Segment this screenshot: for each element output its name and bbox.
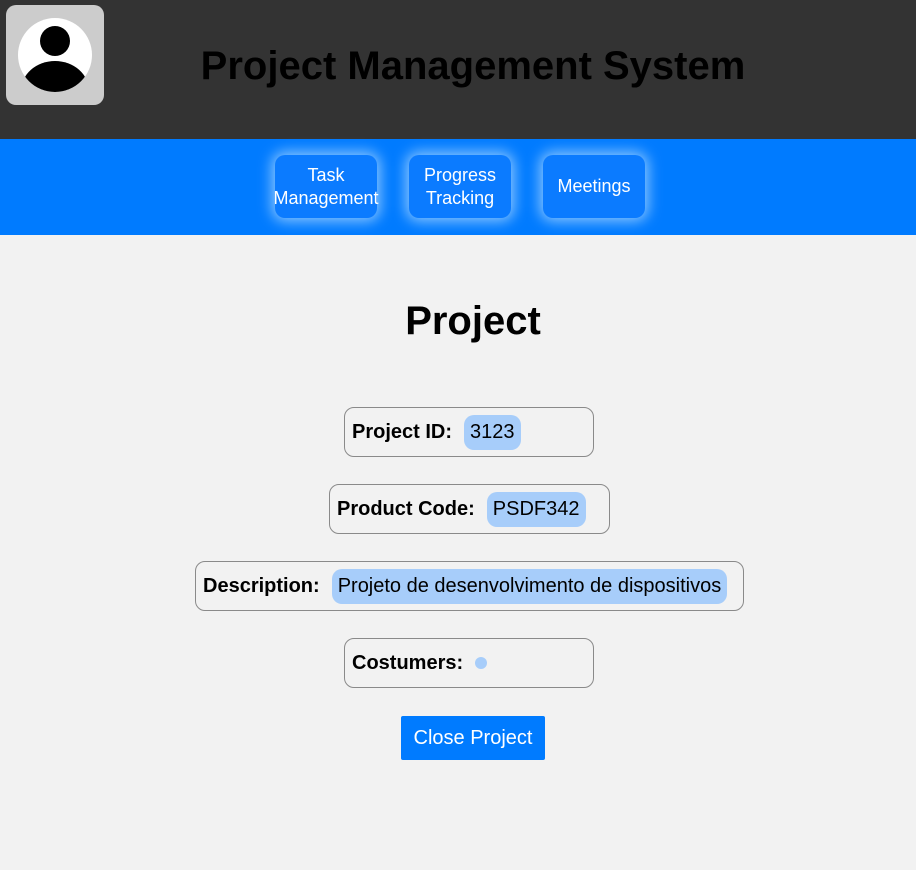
- nav-meetings-label: Meetings: [557, 176, 631, 196]
- project-id-label: Project ID:: [352, 420, 453, 443]
- nav-progress-tracking-label-line1: Progress: [423, 164, 497, 185]
- customers-empty-value: [475, 657, 488, 669]
- nav-progress-tracking-button[interactable]: Progress Tracking: [409, 155, 511, 218]
- nav-task-management-label-line1: Task: [307, 164, 345, 185]
- product-code-value: PSDF342: [486, 491, 586, 527]
- nav-task-management-label-line2: Management: [273, 187, 379, 208]
- nav-meetings-button[interactable]: Meetings: [543, 155, 645, 218]
- nav-task-management-button[interactable]: Task Management: [273, 155, 379, 218]
- description-field: Description: Projeto de desenvolvimento …: [195, 561, 744, 611]
- customers-label: Costumers:: [352, 651, 464, 674]
- product-code-field: Product Code: PSDF342: [329, 484, 610, 534]
- project-id-value: 3123: [464, 414, 521, 450]
- page-title: Project: [405, 299, 541, 343]
- nav-progress-tracking-label-line2: Tracking: [425, 187, 495, 208]
- app-header: Project Management System: [0, 0, 916, 139]
- project-id-field: Project ID: 3123: [344, 407, 594, 457]
- close-project-button[interactable]: Close Project: [401, 716, 545, 760]
- nav-bar: Task Management Progress Tracking Meetin…: [0, 139, 916, 235]
- app-title: Project Management System: [200, 44, 746, 88]
- description-value: Projeto de desenvolvimento de dispositiv…: [331, 568, 728, 604]
- customers-field: Costumers:: [344, 638, 594, 688]
- description-label: Description:: [203, 574, 320, 597]
- product-code-label: Product Code:: [337, 497, 475, 520]
